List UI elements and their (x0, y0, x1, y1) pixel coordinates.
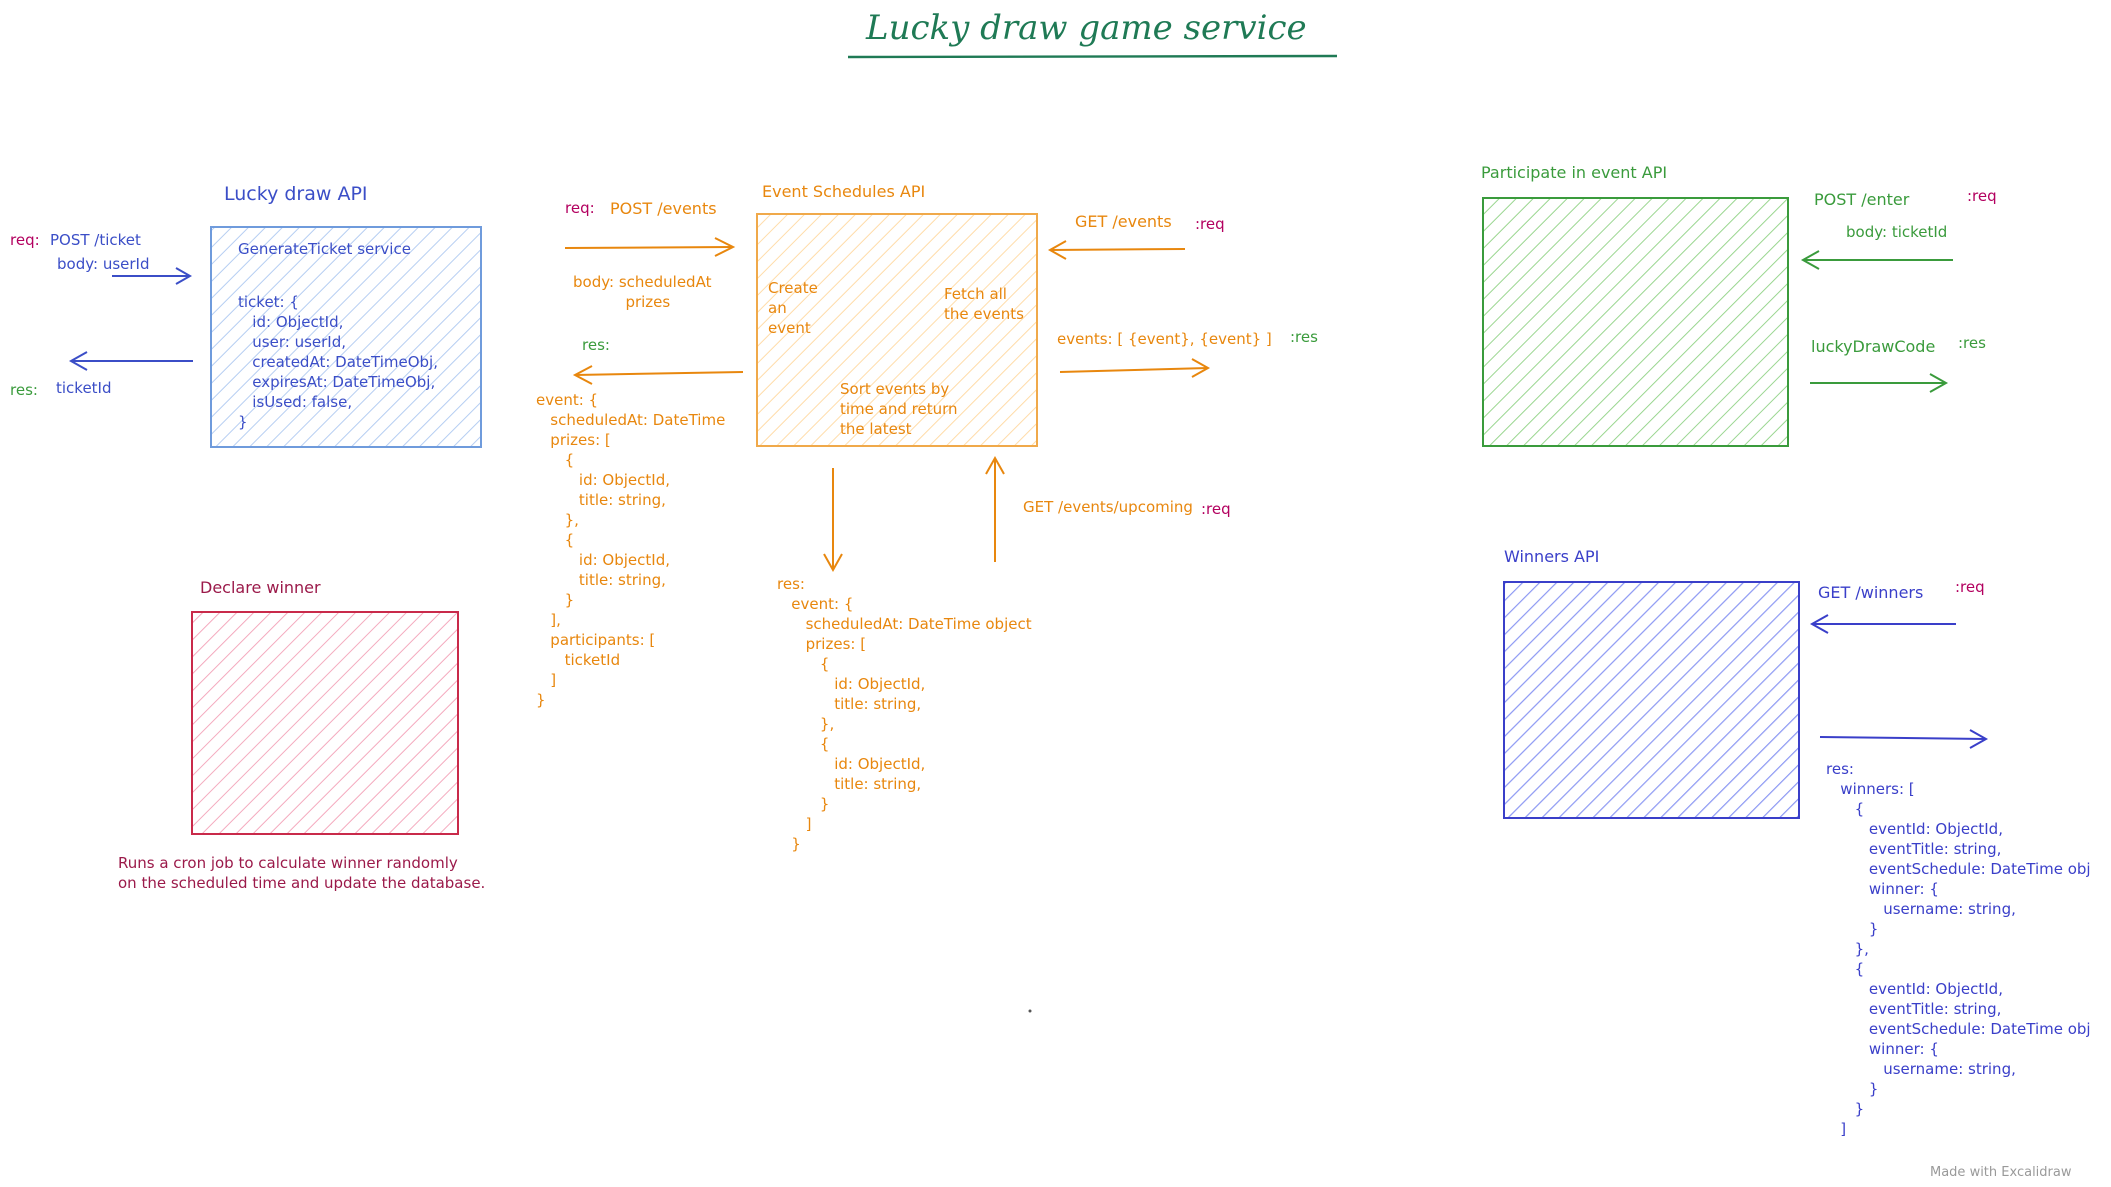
enter-res-tag: :res (1958, 334, 1986, 352)
arrow-get-upcoming (985, 455, 1005, 562)
get-upcoming-route: GET /events/upcoming (1023, 498, 1193, 516)
generate-ticket-title: GenerateTicket service (238, 240, 411, 258)
arrow-ticket-response (68, 351, 193, 371)
post-enter-route: POST /enter (1814, 190, 1910, 209)
declare-winner-heading: Declare winner (200, 578, 321, 597)
arrow-get-winners (1809, 614, 1956, 634)
ticket-schema: ticket: { id: ObjectId, user: userId, cr… (238, 293, 438, 431)
get-events-req-tag: :req (1195, 215, 1225, 233)
lucky-draw-res-value: ticketId (56, 379, 112, 397)
get-events-route: GET /events (1075, 212, 1172, 231)
winners-box (1503, 581, 1800, 819)
arrow-upcoming-response (823, 468, 843, 573)
get-upcoming-req-tag: :req (1201, 500, 1231, 518)
get-winners-req-tag: :req (1955, 578, 1985, 596)
declare-winner-note: Runs a cron job to calculate winner rand… (118, 854, 486, 892)
upcoming-event-schema: res: event: { scheduledAt: DateTime obje… (777, 575, 1032, 853)
enter-response-value: luckyDrawCode (1811, 337, 1936, 356)
box-sort-events: Sort events by time and return the lates… (840, 380, 958, 438)
arrow-post-events (564, 237, 736, 257)
get-events-res-tag: :res (1290, 328, 1318, 346)
box-create-event: Create an event (768, 279, 818, 337)
box-fetch-events: Fetch all the events (944, 285, 1024, 323)
lucky-draw-req-route: POST /ticket (50, 231, 141, 249)
arrow-get-events-response (1059, 358, 1211, 378)
event-schedules-heading: Event Schedules API (762, 182, 926, 201)
post-enter-body: body: ticketId (1846, 223, 1948, 241)
declare-winner-box (191, 611, 459, 835)
page-title: Lucky draw game service (866, 8, 1307, 48)
lucky-draw-req-tag: req: (10, 231, 40, 249)
post-events-route: POST /events (610, 199, 717, 218)
arrow-get-events (1047, 240, 1186, 260)
post-events-body: body: scheduledAt prizes (573, 273, 712, 311)
post-events-res-tag: res: (582, 336, 610, 354)
arrow-enter-response (1810, 373, 1949, 393)
arrow-post-enter (1800, 250, 1953, 270)
event-schema: event: { scheduledAt: DateTime prizes: [… (536, 391, 726, 709)
footer-credit: Made with Excalidraw (1930, 1165, 2072, 1180)
get-winners-route: GET /winners (1818, 583, 1924, 602)
participate-box (1482, 197, 1789, 447)
winners-heading: Winners API (1504, 547, 1600, 566)
lucky-draw-res-tag: res: (10, 381, 38, 399)
arrow-winners-response (1819, 729, 1989, 749)
get-events-response: events: [ {event}, {event} ] (1057, 330, 1272, 348)
winners-schema: res: winners: [ { eventId: ObjectId, eve… (1826, 760, 2091, 1138)
title-underline (847, 54, 1338, 59)
post-events-req-tag: req: (565, 199, 595, 217)
arrow-post-events-response (572, 365, 744, 385)
lucky-draw-heading: Lucky draw API (224, 183, 368, 205)
post-enter-req-tag: :req (1967, 187, 1997, 205)
lucky-draw-req-body: body: userId (57, 255, 150, 273)
stray-dot (1028, 1009, 1032, 1013)
participate-heading: Participate in event API (1481, 163, 1668, 182)
